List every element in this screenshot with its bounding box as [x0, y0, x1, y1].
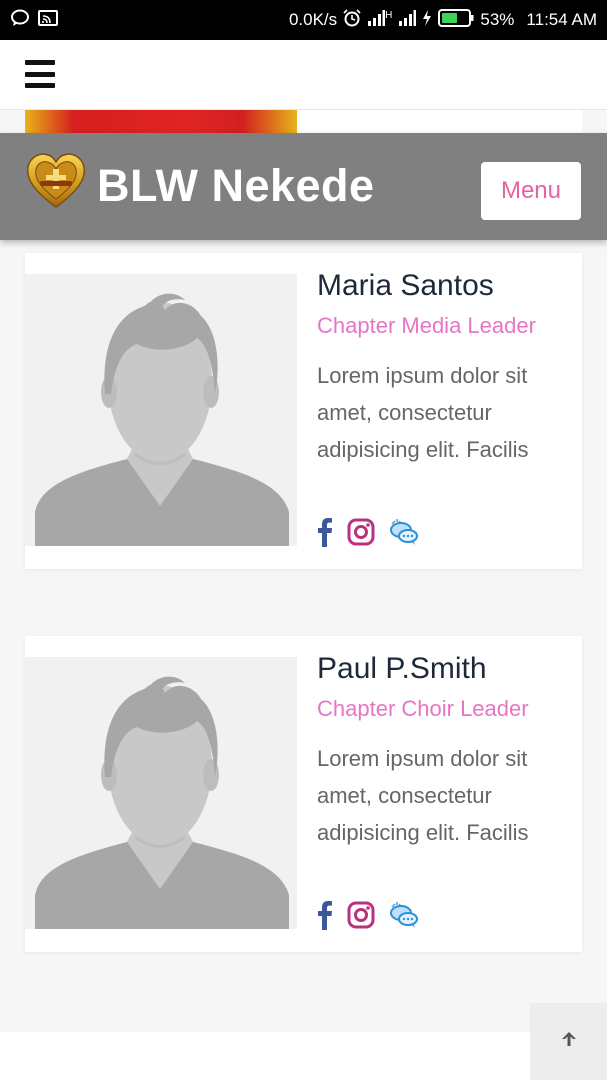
leader-bio: Lorem ipsum dolor sit amet, consectetur … — [317, 363, 529, 462]
signal-icon — [398, 9, 417, 31]
status-bar: 0.0K/s H 53% 11:54 AM — [0, 0, 607, 40]
hamburger-icon[interactable] — [25, 60, 55, 88]
battery-percent: 53% — [480, 10, 515, 29]
facebook-icon[interactable] — [317, 900, 333, 935]
network-speed: 0.0K/s — [288, 10, 338, 29]
chat-icon[interactable] — [389, 901, 419, 934]
instagram-icon[interactable] — [347, 901, 375, 934]
previous-leader-photo — [25, 110, 297, 134]
arrow-up-icon — [559, 1029, 579, 1054]
chat-icon[interactable] — [389, 518, 419, 551]
leader-role: Chapter Choir Leader — [317, 696, 529, 721]
chat-bubble-icon — [10, 9, 30, 32]
leader-card: Paul P.Smith Chapter Choir Leader Lorem … — [25, 636, 582, 952]
leader-name: Maria Santos — [317, 269, 494, 302]
social-links — [317, 517, 419, 552]
cast-icon — [38, 9, 58, 31]
battery-icon — [438, 8, 474, 32]
leader-role: Chapter Media Leader — [317, 313, 536, 338]
menu-button[interactable]: Menu — [481, 162, 581, 220]
clock: 11:54 AM — [526, 10, 597, 29]
top-nav-bar — [0, 40, 607, 110]
back-to-top-button[interactable] — [530, 1003, 607, 1080]
charging-icon — [422, 9, 432, 31]
leader-name: Paul P.Smith — [317, 652, 487, 685]
leader-card: Maria Santos Chapter Media Leader Lorem … — [25, 253, 582, 569]
alarm-icon — [343, 8, 361, 32]
facebook-icon[interactable] — [317, 517, 333, 552]
social-links — [317, 900, 419, 935]
heart-crest-logo[interactable] — [24, 151, 88, 209]
leader-bio: Lorem ipsum dolor sit amet, consectetur … — [317, 746, 529, 845]
previous-leader-card — [25, 110, 582, 134]
placeholder-person-avatar — [25, 657, 297, 929]
brand-header: BLW Nekede Menu — [0, 133, 607, 240]
network-type: H — [385, 9, 393, 21]
signal-icon — [367, 9, 386, 31]
footer — [0, 1032, 607, 1080]
instagram-icon[interactable] — [347, 518, 375, 551]
placeholder-person-avatar — [25, 274, 297, 546]
brand-title[interactable]: BLW Nekede — [97, 163, 375, 208]
